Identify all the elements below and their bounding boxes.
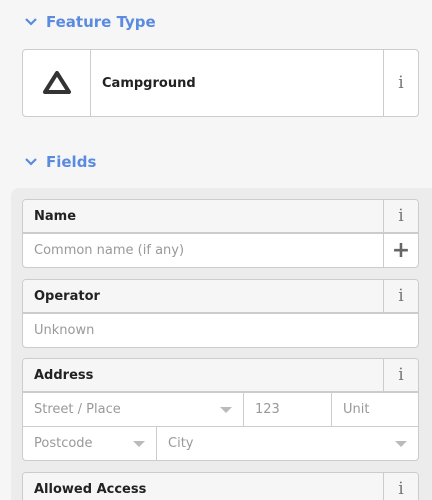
preset-name[interactable]: Campground [91, 50, 383, 116]
city-combo[interactable]: City [156, 427, 418, 460]
housenumber-placeholder: 123 [255, 402, 280, 417]
unit-placeholder: Unit [343, 402, 370, 417]
add-localized-name-button[interactable]: + [383, 234, 418, 267]
name-label: Name [34, 208, 77, 224]
name-info-button[interactable]: i [383, 200, 418, 232]
caret-down-icon [395, 440, 407, 447]
chevron-down-icon [24, 15, 38, 29]
campground-icon[interactable] [23, 50, 91, 116]
preset-info-button[interactable]: i [383, 50, 418, 116]
caret-down-icon [133, 440, 145, 447]
address-info-button[interactable]: i [383, 359, 418, 391]
operator-field: Operator i Unknown [22, 279, 419, 348]
operator-label: Operator [34, 288, 100, 304]
feature-type-heading: Feature Type [46, 13, 156, 31]
address-label: Address [34, 367, 94, 383]
caret-down-icon [220, 406, 232, 413]
postcode-combo[interactable]: Postcode [23, 427, 156, 460]
preset-card: Campground i [22, 49, 419, 117]
street-input[interactable]: Street / Place [34, 402, 121, 417]
allowed-access-label: Allowed Access [34, 481, 147, 497]
fields-heading: Fields [46, 153, 97, 171]
fields-toggle[interactable]: Fields [24, 153, 96, 171]
postcode-input[interactable]: Postcode [34, 436, 93, 451]
allowed-access-info-button[interactable]: i [383, 473, 418, 500]
operator-info-button[interactable]: i [383, 280, 418, 312]
name-field: Name i Common name (if any) + [22, 199, 419, 268]
name-input[interactable]: Common name (if any) [23, 234, 383, 267]
unit-input[interactable]: Unit [331, 393, 418, 426]
info-icon: i [398, 73, 404, 93]
allowed-access-field: Allowed Access i [22, 472, 419, 500]
info-icon: i [398, 365, 404, 385]
city-input[interactable]: City [168, 436, 193, 451]
info-icon: i [398, 286, 404, 306]
info-icon: i [398, 206, 404, 226]
street-combo[interactable]: Street / Place [23, 393, 243, 426]
info-icon: i [398, 479, 404, 499]
chevron-down-icon [24, 155, 38, 169]
housenumber-input[interactable]: 123 [243, 393, 331, 426]
feature-type-toggle[interactable]: Feature Type [24, 13, 156, 31]
operator-input[interactable]: Unknown [23, 314, 418, 347]
plus-icon: + [391, 238, 411, 263]
address-field: Address i Street / Place 123 Unit Postco… [22, 358, 419, 461]
